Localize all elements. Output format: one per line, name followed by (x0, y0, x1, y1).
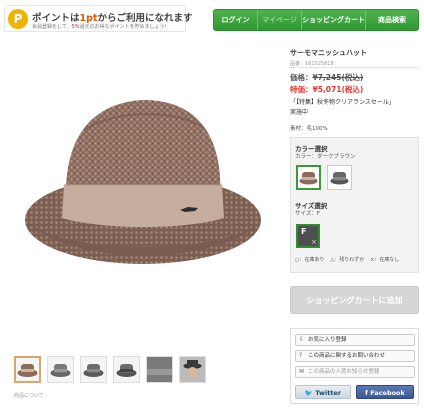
out-of-stock-mark: × (311, 238, 317, 246)
favorite-button[interactable]: ⇩ お気に入り登録 (295, 334, 415, 346)
thumbnail-brown[interactable] (14, 356, 41, 383)
mail-icon: ✉ (299, 368, 305, 375)
download-icon: ⇩ (299, 336, 305, 343)
color-swatch-gray[interactable] (327, 165, 352, 190)
size-option-label: F (301, 227, 307, 236)
promo-headline: ポイントは1ptからご利用になれます (32, 13, 193, 24)
product-about-label: 商品について (14, 393, 44, 399)
legend-sold-out: ×：在庫なし (370, 257, 400, 263)
facebook-share-button[interactable]: f Facebook (356, 385, 414, 399)
campaign-link[interactable]: 「【特集】秋冬物クリアランスセール」 (290, 97, 395, 106)
points-p-icon: P (8, 9, 28, 29)
promo-subtext: 会員登録をして、5%還元のお得なポイントを貯めましょう！ (32, 24, 170, 30)
product-actions-panel: ⇩ お気に入り登録 ? この商品に関するお問い合わせ ✉ この商品の入荷お知らせ登録 … (290, 328, 419, 404)
product-title: サーモマニッシュハット (290, 49, 367, 57)
selection-panel: カラー選択 カラー：ダークブラウン サイズ選択 サイズ：F F × ○：在庫あり… (290, 137, 419, 273)
stock-legend: ○：在庫あり △：残りわずか ×：在庫なし (295, 256, 399, 263)
regular-price: 価格：¥7,245(税込) (290, 73, 364, 82)
twitter-share-button[interactable]: 🐦 Twitter (295, 385, 351, 399)
top-nav: ログイン マイページ ショッピングカート 商品検索 (213, 9, 419, 31)
thumbnail-strip (14, 356, 206, 383)
campaign-status: 実施中 (290, 109, 309, 116)
nav-shopping-cart[interactable]: ショッピングカート (302, 10, 366, 30)
legend-few-left: △：残りわずか (330, 257, 365, 263)
size-option-f[interactable]: F × (296, 224, 320, 248)
nav-product-search[interactable]: 商品検索 (366, 10, 418, 30)
size-current: サイズ：F (295, 211, 320, 217)
thumbnail-model[interactable] (179, 356, 206, 383)
thumbnail-gray-3[interactable] (113, 356, 140, 383)
nav-login[interactable]: ログイン (214, 10, 258, 30)
inquiry-button[interactable]: ? この商品に関するお問い合わせ (295, 350, 415, 362)
material-info: 素材：毛100% (290, 126, 328, 132)
color-swatch-dark-brown[interactable] (296, 165, 321, 190)
legend-in-stock: ○：在庫あり (295, 257, 325, 263)
thumbnail-detail[interactable] (146, 356, 173, 383)
color-current: カラー：ダークブラウン (295, 154, 356, 160)
nav-mypage[interactable]: マイページ (258, 10, 302, 30)
twitter-icon: 🐦 (304, 389, 316, 397)
question-icon: ? (299, 352, 303, 359)
add-to-cart-button[interactable]: ショッピングカートに追加 (290, 286, 419, 314)
hat-illustration (25, 100, 261, 264)
divider (290, 67, 418, 68)
restock-notify-button[interactable]: ✉ この商品の入荷お知らせ登録 (295, 366, 415, 378)
points-promo-banner[interactable]: P ポイントは1ptからご利用になれます 会員登録をして、5%還元のお得なポイン… (4, 5, 192, 32)
product-main-image[interactable] (4, 40, 281, 340)
thumbnail-gray[interactable] (47, 356, 74, 383)
thumbnail-gray-2[interactable] (80, 356, 107, 383)
sale-price: 特価：¥5,071(税込) (290, 85, 364, 94)
product-code: 品番：161025818 (290, 61, 334, 67)
